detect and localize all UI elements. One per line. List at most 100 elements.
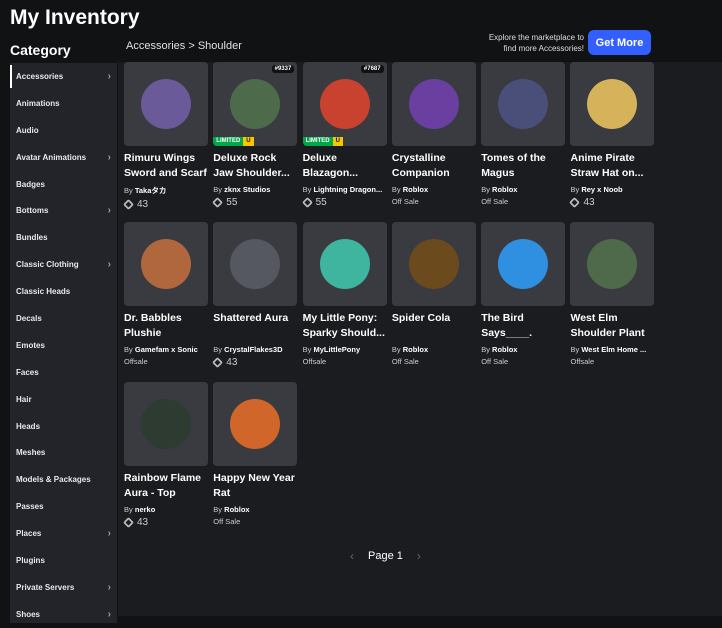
creator-link[interactable]: zknx Studios [224,185,270,194]
creator-link[interactable]: Roblox [403,185,428,194]
item-card[interactable]: #7687 LIMITED U Deluxe Blazagon... By Lightn… [301,62,387,222]
sidebar-item[interactable]: Bottoms › [10,197,117,224]
item-thumbnail[interactable] [570,222,655,306]
sidebar-item[interactable]: Heads [10,413,117,440]
item-image [141,79,191,129]
item-title[interactable]: Dr. Babbles Plushie [124,311,208,341]
item-card[interactable]: My Little Pony: Sparky Should... By MyLit… [302,222,387,382]
sidebar-item[interactable]: Classic Clothing › [10,251,117,278]
item-creator: By Roblox [392,345,476,354]
item-card[interactable]: Dr. Babbles Plushie By Gamefam x Sonic Off… [124,222,208,382]
chevron-right-icon: › [107,151,111,163]
by-label: By [391,185,401,194]
creator-link[interactable]: CrystalFlakes3D [224,345,282,354]
item-thumbnail[interactable] [124,382,208,466]
item-price: 43 [212,357,297,368]
item-card[interactable]: #9337 LIMITED U Deluxe Rock Jaw Shoulder...… [212,62,298,222]
item-title[interactable]: Rainbow Flame Aura - Top [124,471,208,501]
item-card[interactable]: Shattered Aura By CrystalFlakes3D 43 [212,222,298,382]
prev-page-icon[interactable]: ‹ [350,549,354,563]
item-thumbnail[interactable] [124,222,208,306]
creator-link[interactable]: MyLittlePony [313,345,360,354]
creator-link[interactable]: Roblox [492,345,517,354]
item-card[interactable]: Rainbow Flame Aura - Top By nerko 43 [123,382,208,542]
item-title[interactable]: Deluxe Blazagon... [303,151,387,181]
item-title[interactable]: Happy New Year Rat [213,471,297,501]
item-thumbnail[interactable] [481,62,566,146]
item-image [230,239,281,289]
sidebar-item-label: Private Servers [16,582,75,592]
limited-badge: LIMITED U [302,137,343,146]
item-thumbnail[interactable] [302,222,387,306]
creator-link[interactable]: Roblox [403,345,428,354]
sidebar-item[interactable]: Private Servers › [10,574,117,601]
item-card[interactable]: The Bird Says____. By Roblox Off Sale [481,222,566,382]
sidebar-item[interactable]: Classic Heads [10,278,117,305]
robux-icon [212,357,224,368]
item-card[interactable]: Happy New Year Rat By Roblox Off Sale [213,382,298,542]
sidebar-item[interactable]: Shoes › [10,601,117,628]
creator-link[interactable]: West Elm Home ... [581,345,646,354]
sidebar-item[interactable]: Animations [10,90,117,117]
item-thumbnail[interactable] [124,62,208,146]
sidebar-item-label: Emotes [16,340,45,350]
by-label: By [391,345,401,354]
sidebar-item[interactable]: Meshes [10,439,117,466]
sidebar-item[interactable]: Avatar Animations › [10,144,117,171]
creator-link[interactable]: Rey x Noob [581,185,622,194]
creator-link[interactable]: Lightning Dragon... [313,185,382,194]
get-more-button[interactable]: Get More [588,30,651,55]
item-thumbnail[interactable] [481,222,566,306]
sidebar-item[interactable]: Hair [10,386,117,413]
sidebar-item[interactable]: Plugins [10,547,117,574]
item-title[interactable]: Deluxe Rock Jaw Shoulder... [213,151,297,181]
item-thumbnail[interactable]: #9337 LIMITED U [213,62,298,146]
item-thumbnail[interactable] [391,222,476,306]
sidebar-item[interactable]: Accessories › [10,63,117,90]
sidebar-item[interactable]: Passes [10,493,117,520]
item-title[interactable]: Tomes of the Magus [481,151,565,181]
sidebar-item-label: Faces [16,367,39,377]
item-thumbnail[interactable] [391,62,476,146]
item-thumbnail[interactable] [213,222,298,306]
item-title[interactable]: Anime Pirate Straw Hat on... [570,151,654,181]
creator-link[interactable]: Takaタカ [135,186,167,195]
item-title[interactable]: The Bird Says____. [481,311,565,341]
item-card[interactable]: Rimuru Wings Sword and Scarf By Takaタカ 43 [123,62,208,222]
item-title[interactable]: Spider Cola [392,311,476,341]
creator-link[interactable]: nerko [135,505,155,514]
creator-link[interactable]: Gamefam x Sonic [135,345,198,354]
item-price: 43 [123,199,208,210]
item-thumbnail[interactable]: #7687 LIMITED U [302,62,387,146]
creator-link[interactable]: Roblox [224,505,249,514]
sidebar-item[interactable]: Badges [10,171,117,198]
sidebar-item[interactable]: Models & Packages [10,466,117,493]
item-title[interactable]: West Elm Shoulder Plant [570,311,654,341]
breadcrumb-accessories[interactable]: Accessories [126,40,185,52]
sidebar-item[interactable]: Emotes [10,332,117,359]
creator-link[interactable]: Roblox [492,185,517,194]
sidebar-item[interactable]: Places › [10,520,117,547]
by-label: By [124,505,133,514]
item-card[interactable]: Crystalline Companion By Roblox Off Sale [391,62,476,222]
item-thumbnail[interactable] [213,382,298,466]
item-title[interactable]: Rimuru Wings Sword and Scarf [124,151,208,181]
sidebar-item[interactable]: Audio [10,117,117,144]
robux-icon [123,199,134,210]
sidebar-item[interactable]: Bundles [10,224,117,251]
sidebar-item[interactable]: Faces [10,359,117,386]
item-card[interactable]: Anime Pirate Straw Hat on... By Rey x Noo… [569,62,655,222]
next-page-icon[interactable]: › [417,549,421,563]
item-image [587,239,638,289]
sidebar-item-label: Classic Clothing [16,260,79,270]
sidebar-item[interactable]: Decals [10,305,117,332]
serial-badge: #9337 [271,65,295,73]
item-card[interactable]: Spider Cola By Roblox Off Sale [391,222,476,382]
item-card[interactable]: Tomes of the Magus By Roblox Off Sale [481,62,566,222]
sidebar-item-label: Bottoms [16,206,49,216]
item-title[interactable]: Crystalline Companion [392,151,476,181]
item-card[interactable]: West Elm Shoulder Plant By West Elm Home … [570,222,655,382]
item-title[interactable]: My Little Pony: Sparky Should... [303,311,387,341]
item-thumbnail[interactable] [570,62,655,146]
item-title[interactable]: Shattered Aura [213,311,297,341]
